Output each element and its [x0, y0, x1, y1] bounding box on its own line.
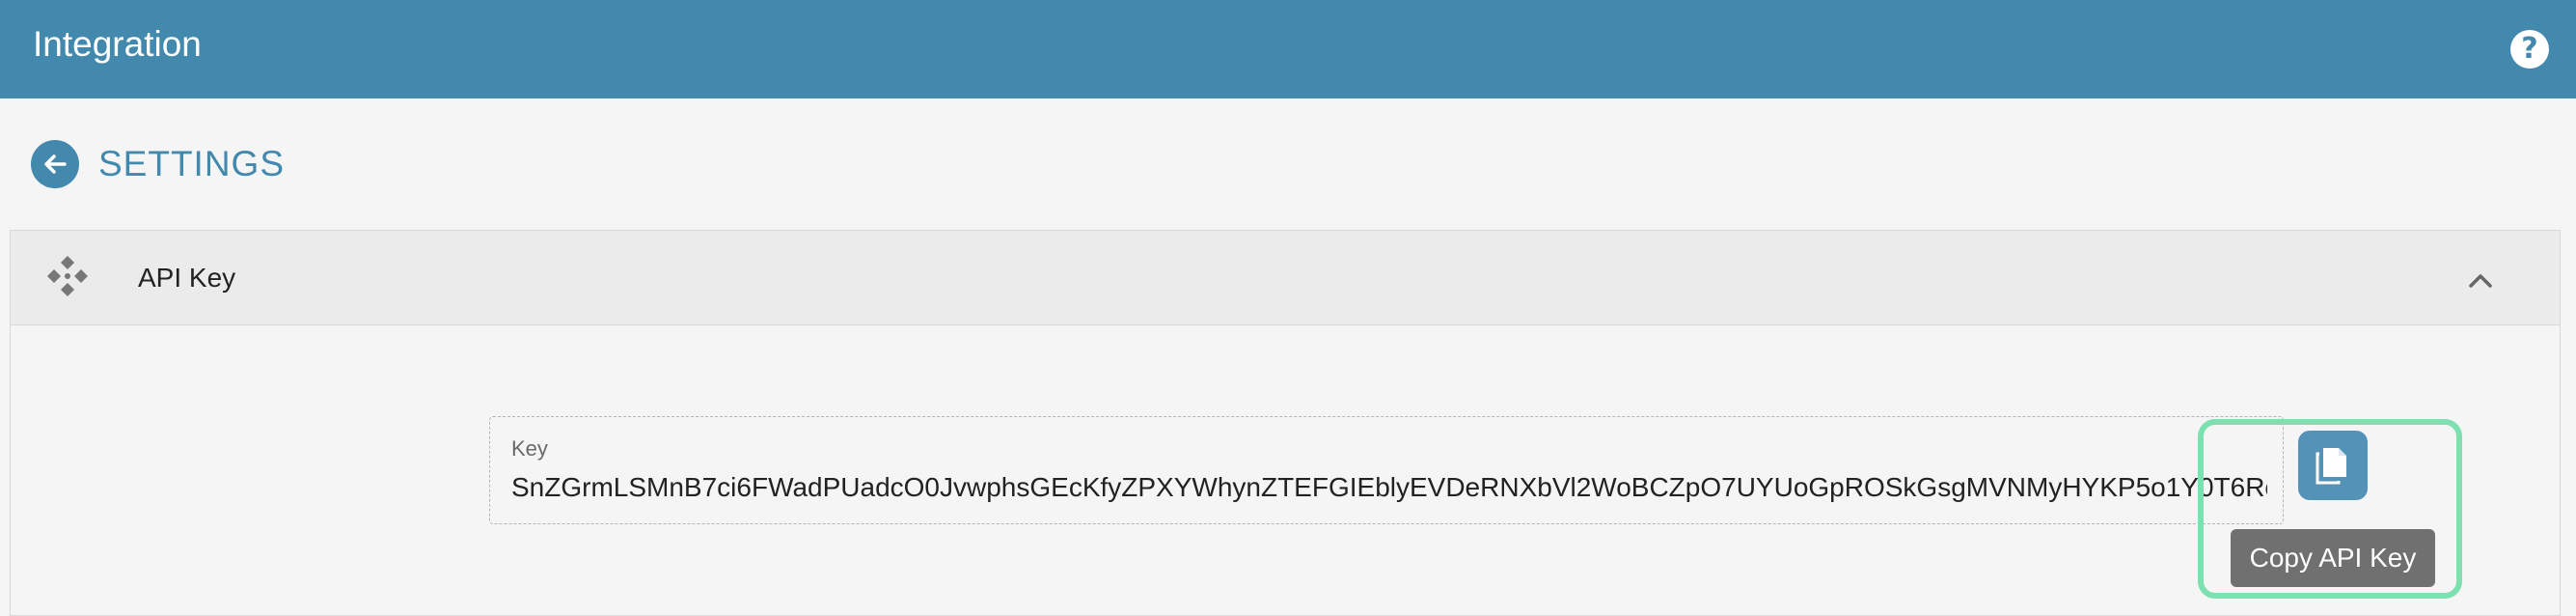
copy-tooltip: Copy API Key — [2231, 529, 2435, 587]
panel-title: API Key — [138, 263, 236, 293]
chevron-up-icon[interactable] — [2461, 262, 2500, 300]
app-title: Integration — [33, 24, 202, 64]
api-key-panel: API Key Key SnZGrmLSMnB7ci6FWadPUadcO0Jv… — [10, 230, 2561, 616]
arrow-left-icon — [44, 154, 67, 174]
api-key-label: Key — [511, 436, 548, 461]
copy-icon — [2316, 448, 2346, 485]
page-title: SETTINGS — [98, 144, 286, 183]
copy-api-key-button[interactable] — [2298, 431, 2368, 500]
panel-header[interactable]: API Key — [11, 231, 2560, 325]
api-key-value[interactable]: SnZGrmLSMnB7ci6FWadPUadcO0JvwphsGEcKfyZP… — [511, 471, 2267, 504]
api-key-field[interactable]: Key SnZGrmLSMnB7ci6FWadPUadcO0JvwphsGEcK… — [489, 416, 2284, 524]
top-app-bar: Integration ? — [0, 0, 2576, 98]
back-button[interactable] — [31, 140, 79, 188]
help-icon[interactable]: ? — [2510, 30, 2549, 69]
diamond-arrows-icon — [47, 256, 88, 296]
